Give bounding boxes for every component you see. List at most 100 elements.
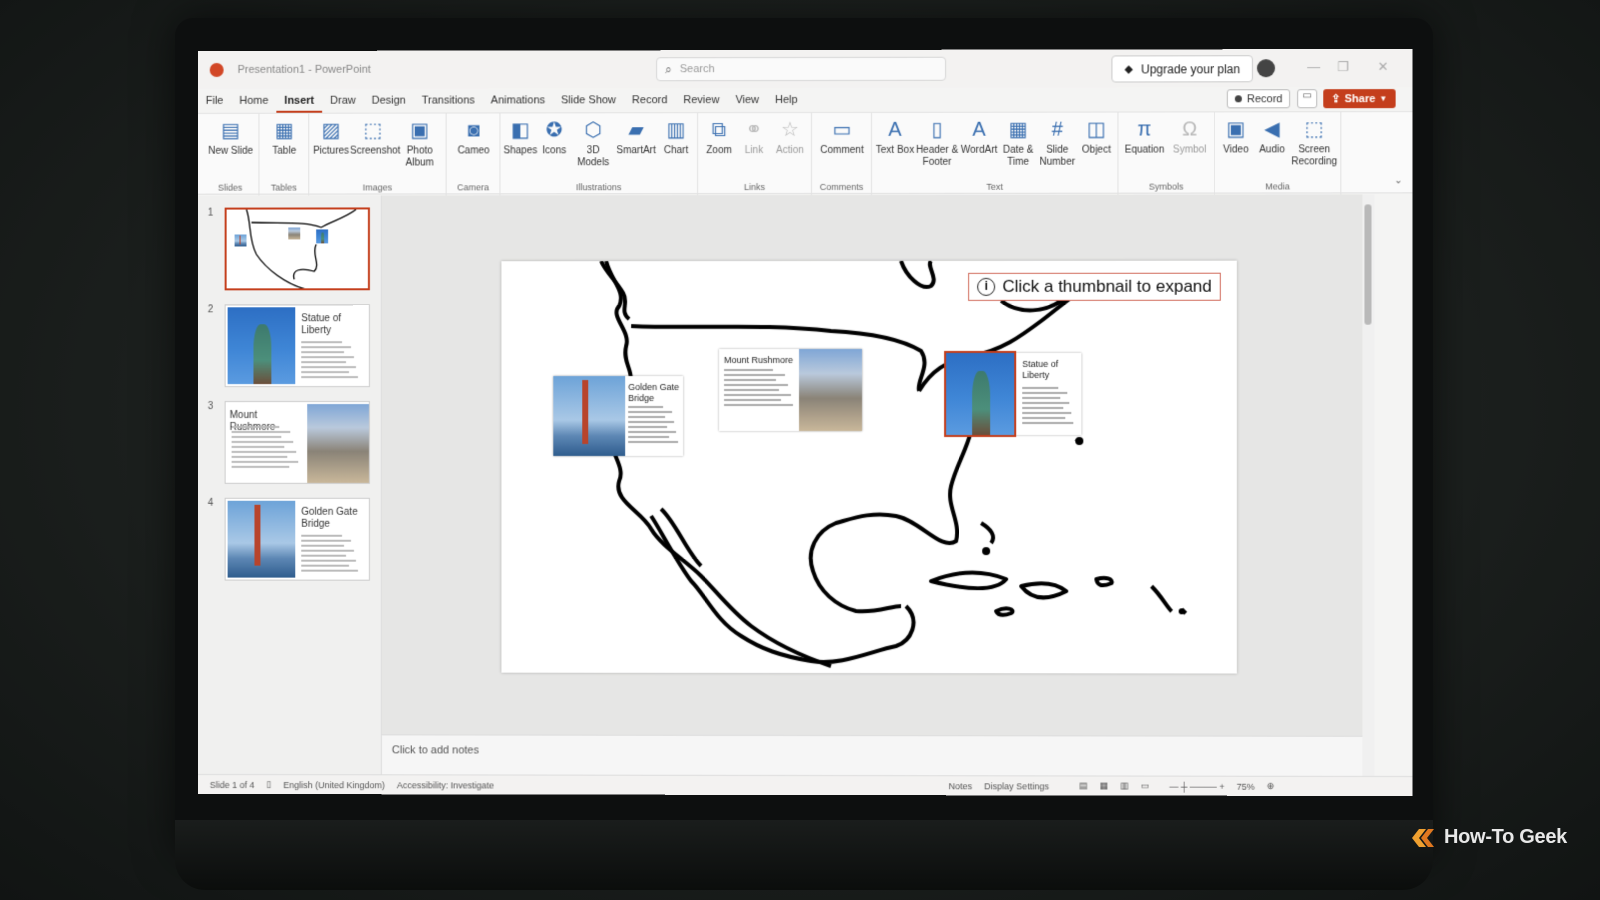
record-icon (1234, 95, 1242, 103)
expand-tip-text: Click a thumbnail to expand (1002, 276, 1212, 296)
tab-transitions[interactable]: Transitions (414, 89, 483, 113)
zoom-button[interactable]: ⧉ Zoom (701, 117, 737, 157)
close-icon[interactable]: ✕ (1378, 59, 1389, 75)
text-lines (724, 369, 794, 409)
ribbon-group-slides: ▤ New Slide Slides (201, 113, 260, 196)
tab-home[interactable]: Home (231, 89, 276, 113)
search-input[interactable]: ⌕ Search (656, 56, 947, 82)
thumbnail-preview[interactable]: Statue of Liberty (224, 304, 370, 388)
slide-number: 1 (207, 207, 214, 219)
ribbon-button-label: Screenshot (350, 145, 401, 157)
slideshow-icon[interactable]: ▭ (1141, 781, 1150, 792)
spelling-icon[interactable]: ▯ (266, 779, 271, 790)
zoom-level[interactable]: 75% (1237, 781, 1255, 791)
accessibility-status[interactable]: Accessibility: Investigate (397, 780, 494, 790)
tab-view[interactable]: View (727, 88, 767, 112)
liberty-photo (944, 350, 1017, 438)
text-box-icon: A (888, 118, 902, 141)
action-button[interactable]: ☆ Action (771, 117, 809, 157)
date-time-button[interactable]: ▦ Date & Time (999, 117, 1037, 169)
ribbon-button-label: Action (776, 144, 804, 157)
table-button[interactable]: ▦ Table (262, 118, 306, 158)
tab-design[interactable]: Design (364, 89, 414, 113)
header-footer-button[interactable]: ▯ Header & Footer (915, 117, 959, 169)
comment-icon: ▭ (832, 118, 852, 141)
symbol-button[interactable]: Ω Symbol (1168, 116, 1212, 156)
thumbnail-preview[interactable]: Golden Gate Bridge (224, 497, 370, 581)
scrollbar-thumb[interactable] (1364, 204, 1372, 325)
slide-sorter-icon[interactable]: ▦ (1100, 781, 1109, 792)
thumbnail-preview[interactable]: Mount Rushmore (224, 401, 370, 484)
tab-record[interactable]: Record (624, 88, 675, 112)
fit-slide-icon[interactable]: ⊕ (1267, 781, 1275, 792)
comment-button[interactable]: ▭ Comment (815, 117, 869, 157)
zoom-thumbnail-gate[interactable]: Golden Gate Bridge (553, 376, 684, 456)
record-button[interactable]: Record (1226, 89, 1291, 109)
equation-button[interactable]: π Equation (1121, 116, 1167, 156)
ribbon-group-label: Media (1265, 181, 1290, 192)
screen-recording-button[interactable]: ⬚ Screen Recording (1290, 116, 1338, 168)
gate-photo (234, 234, 247, 247)
text-lines (1022, 386, 1074, 427)
audio-button[interactable]: ◀ Audio (1254, 116, 1290, 156)
new-slide-button[interactable]: ▤ New Slide (205, 118, 257, 158)
comments-button[interactable]: ▭ (1297, 89, 1318, 109)
cameo-button[interactable]: ◙ Cameo (450, 117, 498, 157)
maximize-icon[interactable]: ❐ (1337, 59, 1349, 75)
shapes-button[interactable]: ◧ Shapes (503, 117, 537, 157)
tab-animations[interactable]: Animations (483, 88, 553, 112)
wordart-button[interactable]: A WordArt (959, 117, 999, 157)
slide-number-button[interactable]: # Slide Number (1037, 117, 1077, 169)
rushmore-photo (799, 348, 863, 432)
ribbon-group-camera: ◙ Cameo Camera (446, 113, 501, 196)
link-button[interactable]: ⚭ Link (737, 117, 771, 157)
zoom-card-title: Statue of Liberty (1022, 358, 1059, 380)
zoom-slider[interactable]: — ┼ ——— + (1169, 781, 1224, 791)
action-icon: ☆ (781, 119, 799, 142)
chart-button[interactable]: ▥ Chart (657, 117, 695, 157)
3d-models-button[interactable]: ⬡ 3D Models (571, 117, 615, 169)
icons-button[interactable]: ✪ Icons (537, 117, 571, 157)
smartart-button[interactable]: ▰ SmartArt (615, 117, 657, 157)
tab-draw[interactable]: Draw (322, 89, 363, 113)
screenshot-button[interactable]: ⬚ Screenshot (350, 118, 400, 158)
video-button[interactable]: ▣ Video (1218, 116, 1254, 156)
slide-thumbnail-3[interactable]: 3 Mount Rushmore (198, 401, 382, 491)
ribbon-button-label: Zoom (706, 145, 732, 157)
normal-view-icon[interactable]: ▤ (1079, 780, 1088, 791)
slide-thumbnail-2[interactable]: 2 Statue of Liberty (198, 304, 382, 394)
ribbon-group-media: ▣ Video ◀ Audio ⬚ Screen Recording Media (1214, 112, 1342, 195)
reading-view-icon[interactable]: ▥ (1120, 781, 1129, 792)
slide-thumbnail-4[interactable]: 4 Golden Gate Bridge (198, 498, 382, 588)
upgrade-plan-button[interactable]: ◆ Upgrade your plan (1111, 55, 1254, 83)
avatar[interactable] (1256, 59, 1276, 78)
zoom-thumbnail-rushmore[interactable]: Mount Rushmore (719, 348, 863, 432)
current-slide[interactable]: i Click a thumbnail to expand Golden Gat… (501, 260, 1237, 674)
powerpoint-window: Presentation1 - PowerPoint ⌕ Search ◆ Up… (197, 48, 1413, 797)
share-button[interactable]: ⇪ Share ▼ (1323, 89, 1396, 109)
slide-thumbnail-1[interactable]: 1 (198, 207, 382, 297)
notes-toggle[interactable]: Notes (949, 781, 973, 791)
minimize-icon[interactable]: — (1307, 59, 1320, 74)
vertical-scrollbar[interactable] (1362, 194, 1375, 776)
tab-help[interactable]: Help (767, 88, 806, 112)
text-box-button[interactable]: A Text Box (875, 117, 915, 157)
tab-slide-show[interactable]: Slide Show (553, 88, 624, 112)
display-settings-button[interactable]: Display Settings (984, 781, 1049, 791)
ribbon-group-images: ▨ Pictures ⬚ Screenshot ▣ Photo Album Images (309, 113, 447, 196)
zoom-thumbnail-liberty[interactable]: Statue of Liberty (944, 350, 1082, 438)
thumbnail-preview[interactable] (224, 207, 370, 291)
photo-album-button[interactable]: ▣ Photo Album (396, 118, 444, 170)
language-indicator[interactable]: English (United Kingdom) (283, 780, 385, 790)
ribbon-button-label: Photo Album (405, 145, 434, 169)
howtogeek-logo-icon (1412, 828, 1434, 847)
ribbon-button-label: Header & Footer (915, 144, 959, 168)
collapse-ribbon-icon[interactable]: ⌄ (1394, 175, 1402, 186)
tab-insert[interactable]: Insert (276, 88, 323, 113)
pictures-button[interactable]: ▨ Pictures (312, 118, 350, 158)
notes-area[interactable]: Click to add notes (381, 734, 1363, 776)
tab-file[interactable]: File (198, 89, 232, 113)
tab-review[interactable]: Review (675, 88, 727, 112)
object-button[interactable]: ◫ Object (1077, 117, 1115, 157)
ribbon-button-label: Link (744, 145, 764, 157)
